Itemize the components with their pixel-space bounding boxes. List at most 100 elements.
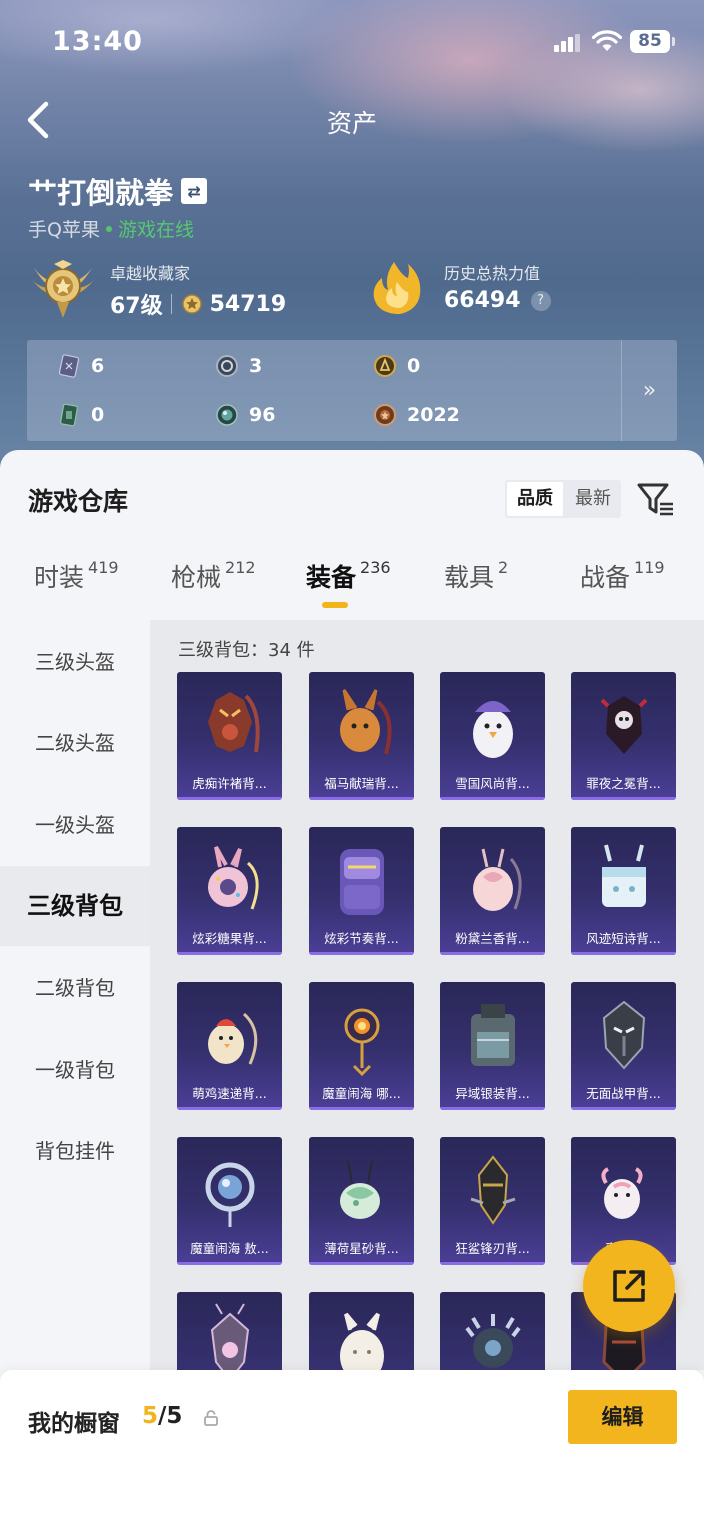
warehouse-title: 游戏仓库 xyxy=(28,487,129,516)
item-name: 魔童闹海 敖... xyxy=(190,1241,269,1256)
gold-coin-icon xyxy=(181,294,202,314)
page-title: 资产 xyxy=(326,109,377,138)
online-status: 游戏在线 xyxy=(117,219,194,241)
filter-icon[interactable] xyxy=(636,480,676,518)
share-button[interactable] xyxy=(583,1240,675,1332)
armor-backpack-icon xyxy=(602,1000,646,1070)
item-name: 狂鲨锋刃背... xyxy=(455,1241,530,1256)
item-card[interactable]: 薄荷星砂背... xyxy=(309,1137,414,1265)
flame-icon xyxy=(373,262,421,314)
currency-gem-value: 96 xyxy=(249,404,276,426)
tab-label: 战备 xyxy=(580,563,631,592)
tab-label: 时装 xyxy=(34,563,85,592)
item-card[interactable]: 粉黛兰香背... xyxy=(440,827,545,955)
share-external-icon xyxy=(613,1270,645,1302)
currency-silver[interactable]: 3 xyxy=(215,354,262,378)
item-card[interactable]: 炫彩糖果背... xyxy=(177,827,282,955)
currency-green-card[interactable]: 0 xyxy=(57,403,104,427)
category-tabs: 时装 419 枪械 212 装备 236 载具 2 战备 119 xyxy=(0,558,704,618)
active-tab-indicator xyxy=(322,602,348,608)
double-chevron-right-icon: » xyxy=(642,378,657,403)
item-name: 萌鸡速递背... xyxy=(192,1086,267,1101)
tab-count: 119 xyxy=(634,558,665,577)
sidebar-item-backpack-1[interactable]: 一级背包 xyxy=(0,1030,150,1110)
item-card[interactable]: 罪夜之冕背... xyxy=(571,672,676,800)
collector-coins: 54719 xyxy=(209,291,287,317)
currency-gem[interactable]: 96 xyxy=(215,403,275,427)
showcase-total: /5 xyxy=(158,1403,183,1429)
penguin-backpack-icon xyxy=(473,701,513,758)
item-card[interactable]: 萌鸡速递背... xyxy=(177,982,282,1110)
item-card[interactable]: 福马献瑞背... xyxy=(309,672,414,800)
collector-level: 67级 xyxy=(110,294,163,319)
currency-gold[interactable]: 0 xyxy=(373,354,420,378)
currency-green-card-value: 0 xyxy=(91,404,105,426)
sidebar-item-helmet-3[interactable]: 三级头盔 xyxy=(0,622,150,702)
edit-button[interactable]: 编辑 xyxy=(568,1390,677,1444)
tab-gear[interactable]: 战备 119 xyxy=(580,558,665,594)
heat-values: 66494 ? xyxy=(444,288,551,313)
item-name: 风迹短诗背... xyxy=(586,931,661,946)
chick-backpack-icon xyxy=(208,1012,258,1065)
showcase-current: 5 xyxy=(142,1403,159,1429)
item-card[interactable]: 虎痴许褚背... xyxy=(177,672,282,800)
item-card[interactable]: 狂鲨锋刃背... xyxy=(440,1137,545,1265)
item-card[interactable] xyxy=(177,1292,282,1370)
sort-quality[interactable]: 品质 xyxy=(507,482,563,516)
tab-fashion[interactable]: 时装 419 xyxy=(34,558,119,594)
sort-toggle: 品质 最新 xyxy=(505,480,621,518)
collector-medal-icon xyxy=(32,260,94,318)
item-card[interactable]: 异域银装背... xyxy=(440,982,545,1110)
help-icon[interactable]: ? xyxy=(530,290,551,311)
item-card[interactable]: 魔童闹海 哪... xyxy=(309,982,414,1110)
sidebar-item-backpack-charm[interactable]: 背包挂件 xyxy=(0,1111,150,1191)
currency-card[interactable]: 6 xyxy=(57,354,104,378)
currency-more-button[interactable]: » xyxy=(621,340,677,441)
tab-equipment[interactable]: 装备 236 xyxy=(306,558,391,594)
currency-card-value: 6 xyxy=(91,355,105,377)
tab-weapons[interactable]: 枪械 212 xyxy=(171,558,256,594)
item-card[interactable] xyxy=(309,1292,414,1370)
currency-gold-value: 0 xyxy=(407,355,421,377)
account-info: 手Q苹果 游戏在线 xyxy=(28,215,194,242)
item-name: 罪夜之冕背... xyxy=(586,776,661,791)
collector-label: 卓越收藏家 xyxy=(110,264,191,283)
card-icon xyxy=(58,354,80,378)
item-card[interactable]: 无面战甲背... xyxy=(571,982,676,1110)
sort-newest[interactable]: 最新 xyxy=(565,480,621,518)
item-card[interactable]: 魔童闹海 敖... xyxy=(177,1137,282,1265)
status-time: 13:40 xyxy=(52,26,143,57)
donut-backpack-icon xyxy=(208,846,259,910)
switch-account-icon[interactable]: ⇄ xyxy=(181,178,208,204)
golden-orb-backpack-icon xyxy=(344,1008,380,1077)
item-card[interactable]: 雪国风尚背... xyxy=(440,672,545,800)
sidebar-item-backpack-2[interactable]: 二级背包 xyxy=(0,948,150,1028)
tab-label: 装备 xyxy=(306,563,357,592)
currency-bronze-value: 2022 xyxy=(407,404,460,426)
item-name: 炫彩节奏背... xyxy=(324,931,399,946)
item-card[interactable] xyxy=(440,1292,545,1370)
sidebar-item-helmet-2[interactable]: 二级头盔 xyxy=(0,703,150,783)
showcase-count: 5/5 xyxy=(142,1403,182,1429)
currency-bronze[interactable]: 2022 xyxy=(373,403,460,427)
item-name: 无面战甲背... xyxy=(586,1086,661,1101)
wifi-icon xyxy=(592,30,622,51)
gem-orb-icon xyxy=(216,404,238,426)
online-dot-icon xyxy=(105,226,112,232)
sidebar-item-backpack-3[interactable]: 三级背包 xyxy=(0,866,150,946)
item-name: 异域银装背... xyxy=(455,1086,530,1101)
sheep-backpack-icon xyxy=(601,1167,643,1219)
tiger-mask-backpack-icon xyxy=(208,692,260,753)
item-card[interactable]: 风迹短诗背... xyxy=(571,827,676,955)
tab-label: 枪械 xyxy=(171,563,222,592)
tab-count: 419 xyxy=(88,558,119,577)
item-name: 粉黛兰香背... xyxy=(455,931,530,946)
tab-label: 载具 xyxy=(444,563,495,592)
currency-grid: 6 3 0 0 96 2022 xyxy=(27,340,621,441)
white-bunny-backpack-icon xyxy=(340,1312,384,1370)
tab-vehicles[interactable]: 载具 2 xyxy=(444,558,508,594)
horse-backpack-icon xyxy=(340,689,392,755)
sidebar-item-helmet-1[interactable]: 一级头盔 xyxy=(0,785,150,865)
battery-indicator: 85 xyxy=(630,30,675,53)
item-card[interactable]: 炫彩节奏背... xyxy=(309,827,414,955)
